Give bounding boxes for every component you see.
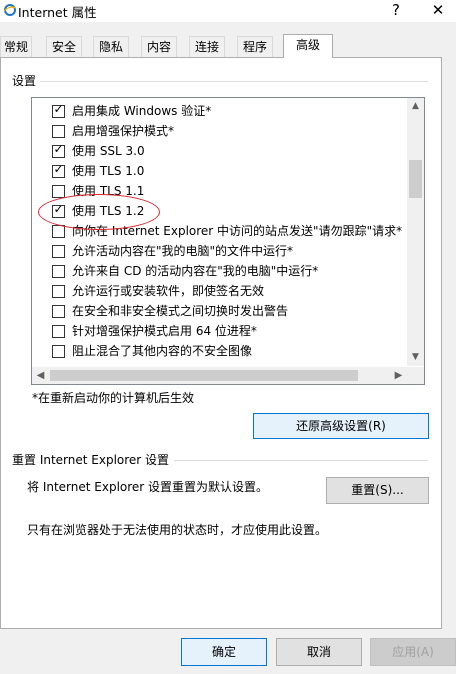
checkbox[interactable]: [52, 305, 65, 318]
help-button[interactable]: ?: [378, 0, 414, 22]
checkbox[interactable]: ✓: [52, 142, 65, 158]
settings-group-label: 设置: [12, 72, 41, 89]
setting-label: 阻止混合了其他内容的不安全图像: [72, 344, 253, 358]
settings-tree[interactable]: ✓ 启用集成 Windows 验证* 启用增强保护模式* ✓ 使用 SSL 3.…: [31, 97, 425, 385]
tab-advanced[interactable]: 高级: [283, 34, 333, 58]
checkbox[interactable]: [52, 325, 65, 338]
check-icon: ✓: [53, 202, 64, 216]
restore-advanced-button[interactable]: 还原高级设置(R): [253, 413, 429, 439]
setting-label: 针对增强保护模式启用 64 位进程*: [72, 324, 257, 338]
vertical-scrollbar[interactable]: ▲ ▼: [407, 98, 424, 366]
checkbox[interactable]: ✓: [52, 202, 65, 218]
tab-connections[interactable]: 连接: [189, 36, 225, 57]
settings-group-line: [40, 81, 428, 82]
cancel-button[interactable]: 取消: [276, 638, 362, 666]
scroll-right-icon[interactable]: ▶: [390, 367, 407, 384]
checkbox[interactable]: [52, 285, 65, 298]
setting-label: 允许运行或安装软件，即使签名无效: [72, 284, 265, 298]
checkbox[interactable]: [52, 265, 65, 278]
reset-note: 只有在浏览器处于无法使用的状态时，才应使用此设置。: [27, 523, 328, 537]
reset-description: 将 Internet Explorer 设置重置为默认设置。: [27, 480, 269, 494]
setting-label: 使用 TLS 1.0: [72, 164, 145, 178]
close-button[interactable]: ✕: [420, 0, 456, 22]
setting-label: 启用集成 Windows 验证*: [72, 104, 212, 118]
setting-label: 在安全和非安全模式之间切换时发出警告: [72, 304, 289, 318]
window-title: Internet 属性: [18, 5, 97, 20]
vertical-scroll-thumb[interactable]: [409, 160, 422, 198]
setting-label: 使用 TLS 1.1: [72, 184, 145, 198]
scroll-down-icon[interactable]: ▼: [407, 349, 424, 366]
setting-label: 向你在 Internet Explorer 中访问的站点发送"请勿跟踪"请求*: [72, 224, 403, 238]
title-bar: Internet 属性 ? ✕: [0, 0, 456, 22]
setting-label: 使用 TLS 1.2: [72, 204, 145, 218]
reset-button[interactable]: 重置(S)...: [326, 477, 429, 504]
tab-general[interactable]: 常规: [0, 36, 32, 57]
tab-privacy[interactable]: 隐私: [93, 36, 129, 57]
scroll-up-icon[interactable]: ▲: [407, 98, 424, 115]
tab-programs[interactable]: 程序: [237, 36, 273, 57]
horizontal-scrollbar[interactable]: ◀ ▶: [32, 367, 407, 384]
check-icon: ✓: [53, 102, 64, 116]
tab-security[interactable]: 安全: [46, 36, 82, 57]
scroll-corner: [407, 367, 424, 384]
scroll-left-icon[interactable]: ◀: [32, 367, 49, 384]
checkbox[interactable]: [52, 125, 65, 138]
check-icon: ✓: [53, 162, 64, 176]
horizontal-scroll-thumb[interactable]: [50, 370, 358, 381]
tab-strip: 常规 安全 隐私 内容 连接 程序 高级: [0, 34, 456, 58]
setting-label: 使用 SSL 3.0: [72, 144, 145, 158]
reset-group-line: [174, 460, 428, 461]
checkbox[interactable]: [52, 245, 65, 258]
setting-label: 允许来自 CD 的活动内容在"我的电脑"中运行*: [72, 264, 319, 278]
ok-button[interactable]: 确定: [181, 638, 267, 666]
checkbox[interactable]: ✓: [52, 162, 65, 178]
setting-label: 启用增强保护模式*: [72, 124, 175, 138]
reset-group-label: 重置 Internet Explorer 设置: [12, 451, 174, 468]
apply-button[interactable]: 应用(A): [370, 638, 456, 666]
setting-label: 允许活动内容在"我的电脑"的文件中运行*: [72, 244, 294, 258]
checkbox[interactable]: ✓: [52, 102, 65, 118]
internet-explorer-icon: [4, 4, 16, 16]
restart-note: *在重新启动你的计算机后生效: [32, 391, 195, 405]
check-icon: ✓: [53, 142, 64, 156]
checkbox[interactable]: [52, 345, 65, 358]
checkbox[interactable]: [52, 225, 65, 238]
tab-content[interactable]: 内容: [141, 36, 177, 57]
checkbox[interactable]: [52, 185, 65, 198]
